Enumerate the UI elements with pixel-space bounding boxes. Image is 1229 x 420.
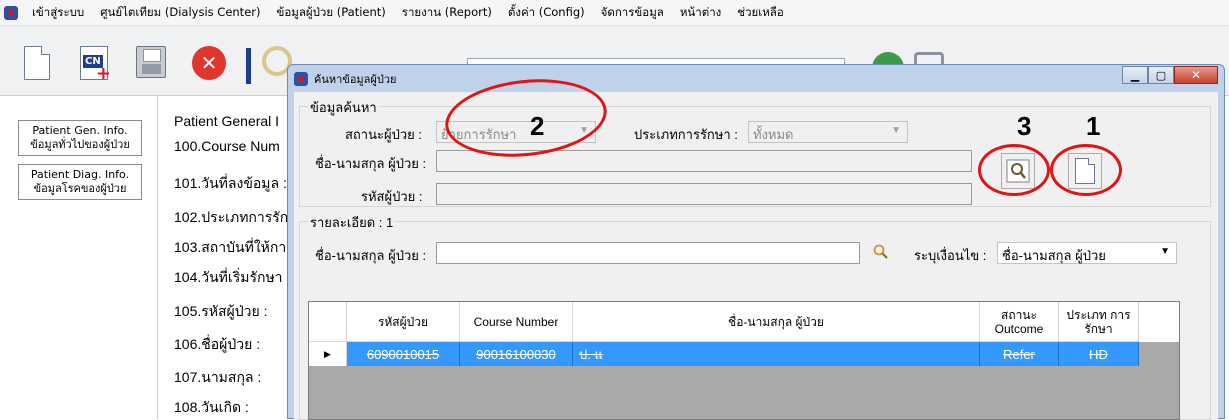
dialog-app-icon bbox=[294, 71, 308, 86]
column-header[interactable]: สถานะ Outcome bbox=[980, 302, 1059, 342]
form-row: 103.สถาบันที่ให้การ bbox=[174, 239, 294, 255]
menu-config[interactable]: ตั้งค่า (Config) bbox=[500, 4, 593, 22]
patient-diag-info-label: Patient Diag. Info. bbox=[30, 168, 130, 181]
annotation-label-1: 1 bbox=[1086, 111, 1101, 141]
form-row: 105.รหัสผู้ป่วย : bbox=[174, 303, 268, 319]
patient-gen-info-button[interactable]: Patient Gen. Info. ข้อมูลทั่วไปของผู้ป่ว… bbox=[18, 120, 142, 156]
column-header[interactable]: Course Number bbox=[460, 302, 573, 342]
dialog-title: ค้นหาข้อมูลผู้ป่วย bbox=[314, 72, 397, 86]
treatment-type-label: ประเภทการรักษา : bbox=[634, 127, 738, 142]
chevron-down-icon: ▼ bbox=[891, 125, 901, 136]
grid-header-row: รหัสผู้ป่วย Course Number ชื่อ-นามสกุล ผ… bbox=[309, 302, 1179, 342]
chevron-down-icon: ▼ bbox=[579, 125, 589, 136]
new-document-icon bbox=[24, 46, 50, 80]
column-header[interactable]: รหัสผู้ป่วย bbox=[347, 302, 460, 342]
close-button[interactable]: ✕ bbox=[1174, 66, 1218, 84]
patient-status-label: สถานะผู้ป่วย : bbox=[345, 127, 422, 142]
treatment-type-select[interactable]: ทั้งหมด ▼ bbox=[748, 121, 908, 143]
menu-report[interactable]: รายงาน (Report) bbox=[394, 4, 500, 22]
condition-value: ชื่อ-นามสกุล ผู้ป่วย bbox=[1002, 248, 1106, 263]
new-search-button[interactable] bbox=[1068, 153, 1102, 189]
new-course-icon: CN + bbox=[80, 46, 111, 83]
form-row: 101.วันที่ลงข้อมูล : bbox=[174, 175, 287, 191]
form-row: 108.วันเกิด : bbox=[174, 399, 249, 415]
column-header[interactable]: ประเภท การรักษา bbox=[1059, 302, 1139, 342]
menu-login[interactable]: เข้าสู่ระบบ bbox=[24, 4, 92, 22]
table-cell: HD bbox=[1059, 342, 1139, 366]
patient-gen-info-thai-label: ข้อมูลทั่วไปของผู้ป่วย bbox=[30, 138, 130, 151]
save-icon bbox=[136, 46, 166, 78]
maximize-button[interactable]: ▢ bbox=[1148, 66, 1174, 84]
menu-dialysis-center[interactable]: ศูนย์ไตเทียม (Dialysis Center) bbox=[92, 4, 268, 22]
detail-name-label: ชื่อ-นามสกุล ผู้ป่วย : bbox=[315, 248, 427, 263]
new-document-button[interactable] bbox=[24, 46, 58, 86]
search-button[interactable] bbox=[1001, 153, 1035, 189]
form-row: 107.นามสกุล : bbox=[174, 369, 262, 385]
search-icon[interactable] bbox=[872, 243, 890, 261]
results-grid: รหัสผู้ป่วย Course Number ชื่อ-นามสกุล ผ… bbox=[308, 301, 1180, 420]
menu-bar: เข้าสู่ระบบ ศูนย์ไตเทียม (Dialysis Cente… bbox=[0, 0, 1229, 26]
dialog-title-bar[interactable]: ค้นหาข้อมูลผู้ป่วย bbox=[288, 65, 1224, 92]
patient-diag-info-button[interactable]: Patient Diag. Info. ข้อมูลโรคของผู้ป่วย bbox=[18, 164, 142, 200]
menu-help[interactable]: ช่วยเหลือ bbox=[729, 4, 791, 22]
detail-name-input[interactable] bbox=[436, 242, 860, 264]
condition-select[interactable]: ชื่อ-นามสกุล ผู้ป่วย ▼ bbox=[997, 242, 1177, 264]
form-row: 104.วันที่เริ่มรักษา bbox=[174, 269, 283, 285]
treatment-type-value: ทั้งหมด bbox=[753, 127, 794, 142]
sidebar: Patient Gen. Info. ข้อมูลทั่วไปของผู้ป่ว… bbox=[0, 96, 158, 419]
form-heading: Patient General I bbox=[174, 113, 280, 129]
annotation-label-3: 3 bbox=[1017, 111, 1032, 141]
row-selector-header bbox=[309, 302, 347, 342]
patient-diag-info-thai-label: ข้อมูลโรคของผู้ป่วย bbox=[33, 182, 127, 195]
table-row[interactable]: ▶ 6090010015 90016100030 ป. แ Refer HD bbox=[309, 342, 1179, 366]
menu-window[interactable]: หน้าต่าง bbox=[672, 4, 729, 22]
form-row: 100.Course Num bbox=[174, 138, 280, 154]
menu-patient[interactable]: ข้อมูลผู้ป่วย (Patient) bbox=[268, 4, 393, 22]
form-row: 106.ชื่อผู้ป่วย : bbox=[174, 336, 261, 352]
patient-status-value: ย้ายการรักษา bbox=[441, 127, 517, 142]
patient-id-input[interactable] bbox=[436, 183, 972, 205]
new-document-icon bbox=[1075, 158, 1095, 184]
app-logo-icon bbox=[4, 5, 18, 20]
column-header[interactable]: ชื่อ-นามสกุล ผู้ป่วย bbox=[573, 302, 980, 342]
detail-group-title: รายละเอียด : 1 bbox=[308, 212, 396, 233]
form-row: 102.ประเภทการรัก bbox=[174, 209, 289, 225]
condition-label: ระบุเงื่อนไข : bbox=[914, 248, 987, 263]
chevron-down-icon: ▼ bbox=[1160, 246, 1170, 257]
table-cell: ป. แ bbox=[573, 342, 980, 366]
magnifier-icon bbox=[1006, 159, 1030, 183]
patient-status-select[interactable]: ย้ายการรักษา ▼ bbox=[436, 121, 596, 143]
patient-name-label: ชื่อ-นามสกุล ผู้ป่วย : bbox=[315, 156, 427, 171]
annotation-label-2: 2 bbox=[530, 111, 545, 141]
patient-general-form: Patient General I 100.Course Num 101.วัน… bbox=[158, 96, 294, 419]
table-cell: 6090010015 bbox=[347, 342, 460, 366]
dialog-body: ข้อมูลค้นหา สถานะผู้ป่วย : ย้ายการรักษา … bbox=[294, 92, 1218, 420]
patient-name-input[interactable] bbox=[436, 150, 972, 172]
table-cell: 90016100030 bbox=[460, 342, 573, 366]
minimize-button[interactable]: ▁ bbox=[1122, 66, 1148, 84]
patient-id-label: รหัสผู้ป่วย : bbox=[361, 189, 423, 204]
search-group-title: ข้อมูลค้นหา bbox=[308, 97, 379, 118]
table-cell: Refer bbox=[980, 342, 1059, 366]
patient-gen-info-label: Patient Gen. Info. bbox=[32, 124, 128, 137]
cancel-icon: ✕ bbox=[192, 46, 226, 80]
patient-search-dialog: ค้นหาข้อมูลผู้ป่วย ▁ ▢ ✕ ข้อมูลค้นหา สถา… bbox=[287, 64, 1225, 420]
row-selector-icon[interactable]: ▶ bbox=[309, 342, 347, 366]
new-course-button[interactable]: CN + bbox=[80, 46, 114, 86]
toolbar-separator bbox=[246, 48, 251, 84]
cancel-button[interactable]: ✕ bbox=[192, 46, 226, 86]
menu-data-management[interactable]: จัดการข้อมูล bbox=[593, 4, 672, 22]
window-controls: ▁ ▢ ✕ bbox=[1122, 66, 1218, 84]
save-button[interactable] bbox=[136, 46, 170, 86]
